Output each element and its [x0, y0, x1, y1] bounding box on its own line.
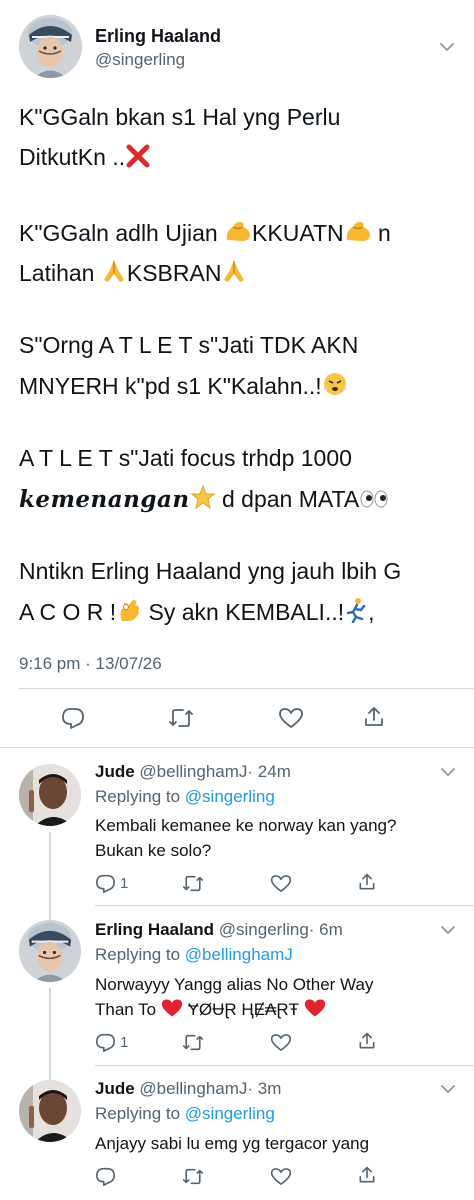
reply-count: 1 [120, 875, 129, 892]
reply-time[interactable]: · 6m [309, 920, 343, 939]
chevron-down-icon[interactable] [441, 925, 455, 935]
reply-icon [62, 708, 84, 729]
reply-button[interactable] [95, 1167, 116, 1186]
reply-text: Bukan ke solo? [95, 841, 212, 860]
reply-avatar[interactable] [19, 764, 81, 826]
reply-button[interactable]: 1 [95, 874, 128, 893]
ok-hand-icon [116, 597, 142, 629]
folded-hands-icon [221, 258, 247, 290]
chevron-down-icon[interactable] [441, 1084, 455, 1094]
share-button[interactable] [362, 705, 386, 729]
thread-line [49, 832, 51, 906]
tweet-line: kemenangan d dpan MATA [19, 484, 389, 516]
retweet-button[interactable] [168, 708, 194, 728]
tweet-line: S"Orng A T L E T s"Jati TDK AKN [19, 332, 359, 358]
main-tweet: Erling Haaland @singerling K"GGaln bkan … [0, 0, 474, 748]
reply-header: Jude @bellinghamJ· 3m [95, 1079, 281, 1099]
heart-icon [270, 875, 292, 892]
chevron-down-icon[interactable] [440, 42, 454, 52]
share-icon [359, 1032, 375, 1049]
chevron-down-icon[interactable] [441, 767, 455, 777]
retweet-icon [182, 1034, 204, 1051]
reply-author-name[interactable]: Erling Haaland [95, 920, 214, 939]
replying-to-link[interactable]: @singerling [185, 1104, 275, 1123]
reply-text: Than To ɎØɄⱤ ⱧɆ₳ⱤŦ [95, 998, 326, 1025]
tweet-timestamp[interactable]: 9:16 pm · 13/07/26 [19, 654, 162, 674]
replying-to-link[interactable]: @bellinghamJ [185, 945, 293, 964]
tweet-line: Nntikn Erling Haaland yng jauh lbih G [19, 558, 402, 584]
reply-tweet: Jude @bellinghamJ· 24m Replying to @sing… [0, 748, 474, 906]
running-person-icon [344, 597, 368, 629]
replying-to: Replying to @bellinghamJ [95, 945, 293, 964]
retweet-button[interactable] [182, 1168, 204, 1185]
reply-author-name[interactable]: Jude [95, 1079, 135, 1098]
share-icon [359, 873, 375, 890]
retweet-button[interactable] [182, 875, 204, 892]
reply-author-name[interactable]: Jude [95, 762, 135, 781]
heart-icon [270, 1168, 292, 1185]
reply-time[interactable]: · 24m [247, 762, 290, 781]
author-handle[interactable]: @singerling [95, 50, 185, 70]
share-button[interactable] [357, 1031, 377, 1051]
share-button[interactable] [357, 1165, 377, 1185]
reply-author-handle[interactable]: @bellinghamJ [139, 762, 247, 781]
red-heart-icon [304, 998, 326, 1025]
tweet-line: MNYERH k"pd s1 K"Kalahn..! [19, 371, 348, 403]
reply-tweet: Erling Haaland @singerling· 6m Replying … [0, 906, 474, 1066]
author-avatar[interactable] [19, 15, 82, 78]
replying-to: Replying to @singerling [95, 787, 275, 806]
reply-icon [96, 1167, 115, 1186]
steaming-face-icon [322, 371, 348, 403]
retweet-button[interactable] [182, 1034, 204, 1051]
reply-text: Norwayyy Yangg alias No Other Way [95, 975, 374, 994]
reply-header: Erling Haaland @singerling· 6m [95, 920, 343, 940]
reply-icon [96, 1033, 115, 1052]
tweet-line: A T L E T s"Jati focus trhdp 1000 [19, 445, 352, 471]
tweet-line: DitkutKn .. [19, 143, 151, 174]
flexed-biceps-icon [344, 218, 372, 250]
thread-line [49, 906, 51, 920]
thread-line [49, 988, 51, 1066]
like-button[interactable] [270, 1033, 292, 1052]
tweet-line: Latihan KSBRAN [19, 258, 247, 290]
reply-tweet: Jude @bellinghamJ· 3m Replying to @singe… [0, 1066, 474, 1200]
retweet-icon [182, 875, 204, 892]
retweet-icon [182, 1168, 204, 1185]
cross-mark-icon [125, 144, 151, 174]
like-button[interactable] [270, 874, 292, 893]
reply-button[interactable] [61, 707, 85, 729]
reply-author-handle[interactable]: @bellinghamJ [139, 1079, 247, 1098]
heart-icon [279, 708, 303, 728]
reply-icon [96, 874, 115, 893]
retweet-icon [169, 709, 193, 727]
reply-text: Anjayy sabi lu emg yg tergacor yang [95, 1134, 370, 1153]
replying-to: Replying to @singerling [95, 1104, 275, 1123]
star-icon [190, 484, 216, 516]
tweet-line: A C O R ! Sy akn KEMBALI..!, [19, 597, 375, 629]
share-button[interactable] [357, 872, 377, 892]
reply-avatar[interactable] [19, 1080, 81, 1142]
tweet-line: K"GGaln bkan s1 Hal yng Perlu [19, 104, 341, 130]
divider [19, 688, 474, 689]
replying-to-link[interactable]: @singerling [185, 787, 275, 806]
like-button[interactable] [278, 707, 304, 729]
share-icon [365, 707, 383, 726]
heart-icon [270, 1034, 292, 1051]
reply-button[interactable]: 1 [95, 1033, 128, 1052]
reply-time[interactable]: · 3m [247, 1079, 281, 1098]
reply-avatar[interactable] [19, 920, 81, 982]
thread-line [49, 1066, 51, 1080]
share-icon [359, 1166, 375, 1183]
reply-author-handle[interactable]: @singerling [219, 920, 309, 939]
flexed-biceps-icon [224, 218, 252, 250]
author-name[interactable]: Erling Haaland [95, 26, 221, 47]
like-button[interactable] [270, 1167, 292, 1186]
tweet-line: K"GGaln adlh Ujian KKUATN n [19, 218, 391, 250]
red-heart-icon [161, 998, 183, 1025]
reply-count: 1 [120, 1034, 129, 1051]
eyes-icon [359, 488, 389, 516]
folded-hands-icon [101, 258, 127, 290]
reply-header: Jude @bellinghamJ· 24m [95, 762, 291, 782]
reply-text: Kembali kemanee ke norway kan yang? [95, 816, 397, 835]
